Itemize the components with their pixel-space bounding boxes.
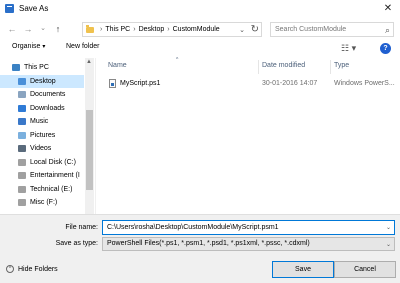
breadcrumb-this-pc[interactable]: This PC bbox=[105, 26, 130, 33]
sidebar-item-videos[interactable]: Videos bbox=[0, 142, 84, 155]
organise-label: Organise bbox=[12, 43, 41, 50]
sidebar-item-label: Desktop bbox=[30, 77, 56, 85]
desktop-icon bbox=[18, 77, 26, 85]
column-name[interactable]: Name bbox=[108, 62, 127, 69]
sidebar-item-label: Pictures bbox=[30, 131, 56, 139]
computer-icon bbox=[12, 64, 20, 71]
save-as-app-icon bbox=[5, 4, 14, 13]
column-type[interactable]: Type bbox=[334, 62, 349, 69]
view-options-icon[interactable]: ☷ ▾ bbox=[341, 43, 356, 54]
drive-icon bbox=[18, 158, 26, 166]
scrollbar-thumb[interactable] bbox=[86, 110, 93, 190]
address-bar[interactable]: › This PC › Desktop › CustomModule ⌄ ↻ bbox=[82, 22, 262, 37]
sidebar-item-entertainment-i[interactable]: Entertainment (I bbox=[0, 169, 84, 182]
save-button[interactable]: Save bbox=[272, 261, 334, 278]
file-name-value: C:\Users\rosha\Desktop\CustomModule\MySc… bbox=[107, 224, 279, 231]
forward-arrow-icon[interactable]: → bbox=[22, 23, 34, 35]
command-bar: Organise ▾ New folder ☷ ▾ ? bbox=[0, 40, 400, 56]
column-divider[interactable] bbox=[330, 60, 331, 74]
save-as-type-select[interactable]: PowerShell Files(*.ps1, *.psm1, *.psd1, … bbox=[102, 237, 395, 251]
sidebar-item-label: Videos bbox=[30, 145, 52, 152]
back-arrow-icon[interactable]: ← bbox=[6, 23, 18, 35]
file-name-field[interactable]: C:\Users\rosha\Desktop\CustomModule\MySc… bbox=[102, 220, 395, 235]
sidebar-item-label: Downloads bbox=[30, 104, 65, 112]
sidebar-item-label: Local Disk (C:) bbox=[30, 158, 76, 166]
address-dropdown-icon[interactable]: ⌄ bbox=[239, 26, 245, 34]
sidebar-item-label: Technical (E:) bbox=[30, 185, 73, 193]
sidebar-item-technical-e[interactable]: Technical (E:) bbox=[0, 183, 84, 196]
sidebar-item-desktop[interactable]: Desktop bbox=[0, 74, 84, 88]
downloads-icon bbox=[18, 104, 26, 112]
sidebar-item-this-pc[interactable]: This PC bbox=[0, 61, 84, 74]
save-form: File name: C:\Users\rosha\Desktop\Custom… bbox=[0, 214, 400, 283]
file-type: Windows PowerS... bbox=[334, 80, 395, 87]
breadcrumb-custommodule[interactable]: CustomModule bbox=[173, 26, 220, 33]
powershell-file-icon bbox=[109, 79, 116, 88]
file-name: MyScript.ps1 bbox=[120, 80, 161, 87]
recent-locations-chevron-icon[interactable]: ⌄ bbox=[37, 23, 49, 35]
sidebar-item-label: Documents bbox=[30, 91, 66, 98]
search-icon[interactable]: ⌕ bbox=[385, 24, 390, 37]
organise-dropdown-icon: ▾ bbox=[42, 44, 46, 50]
new-folder-button[interactable]: New folder bbox=[66, 43, 99, 50]
sidebar-item-documents[interactable]: Documents bbox=[0, 88, 84, 101]
file-date-modified: 30-01-2016 14:07 bbox=[262, 80, 318, 87]
save-as-type-label: Save as type: bbox=[55, 240, 98, 247]
close-button[interactable]: ✕ bbox=[381, 2, 395, 16]
help-icon[interactable]: ? bbox=[380, 43, 391, 54]
window-title: Save As bbox=[19, 4, 49, 13]
drive-icon bbox=[18, 185, 26, 193]
file-name-label: File name: bbox=[65, 224, 98, 231]
music-icon bbox=[18, 118, 26, 125]
drive-icon bbox=[18, 172, 26, 179]
search-input[interactable]: Search CustomModule ⌕ bbox=[270, 22, 394, 37]
sidebar-item-label: Music bbox=[30, 118, 49, 125]
sidebar-item-music[interactable]: Music bbox=[0, 115, 84, 128]
navigation-pane: This PC Desktop Documents Downloads Music Pic… bbox=[0, 58, 96, 214]
file-name-dropdown-icon[interactable]: ⌄ bbox=[386, 222, 391, 235]
organise-button[interactable]: Organise ▾ bbox=[12, 43, 45, 50]
drive-icon bbox=[18, 199, 26, 206]
file-list-header: Name ^ Date modified Type bbox=[100, 57, 400, 74]
search-placeholder: Search CustomModule bbox=[275, 26, 347, 33]
up-arrow-icon[interactable]: ↑ bbox=[52, 23, 64, 35]
videos-icon bbox=[18, 145, 26, 152]
title-bar: Save As ✕ bbox=[0, 0, 400, 18]
scroll-up-icon[interactable]: ▲ bbox=[86, 59, 92, 65]
sidebar-item-misc-f[interactable]: Misc (F:) bbox=[0, 196, 84, 209]
breadcrumb-separator[interactable]: › bbox=[167, 26, 169, 33]
breadcrumb-desktop[interactable]: Desktop bbox=[139, 26, 165, 33]
cancel-button[interactable]: Cancel bbox=[334, 261, 396, 278]
folder-icon bbox=[86, 25, 94, 33]
save-as-type-value: PowerShell Files(*.ps1, *.psm1, *.psd1, … bbox=[107, 240, 310, 247]
sidebar-item-label: Misc (F:) bbox=[30, 199, 58, 206]
breadcrumb-separator: › bbox=[100, 26, 103, 33]
hide-folders-label: Hide Folders bbox=[18, 265, 58, 273]
sidebar-item-downloads[interactable]: Downloads bbox=[0, 102, 84, 115]
collapse-chevron-icon: ^ bbox=[6, 265, 14, 273]
hide-folders-button[interactable]: ^ Hide Folders bbox=[6, 265, 58, 273]
breadcrumb-separator[interactable]: › bbox=[133, 26, 135, 33]
navigation-pane-scrollbar[interactable]: ▲ bbox=[85, 58, 94, 214]
sidebar-item-pictures[interactable]: Pictures bbox=[0, 129, 84, 142]
navigation-bar: ← → ⌄ ↑ › This PC › Desktop › CustomModu… bbox=[0, 18, 400, 40]
sidebar-item-local-disk-c[interactable]: Local Disk (C:) bbox=[0, 156, 84, 169]
column-date-modified[interactable]: Date modified bbox=[262, 62, 305, 69]
file-row[interactable]: MyScript.ps1 30-01-2016 14:07 Windows Po… bbox=[100, 77, 400, 91]
documents-icon bbox=[18, 91, 26, 98]
pictures-icon bbox=[18, 131, 26, 139]
sort-indicator-icon: ^ bbox=[176, 57, 179, 63]
sidebar-item-label: This PC bbox=[24, 64, 49, 71]
save-as-type-dropdown-icon[interactable]: ⌄ bbox=[386, 239, 391, 251]
refresh-icon[interactable]: ↻ bbox=[251, 24, 259, 35]
sidebar-item-label: Entertainment (I bbox=[30, 172, 80, 179]
column-divider[interactable] bbox=[258, 60, 259, 74]
